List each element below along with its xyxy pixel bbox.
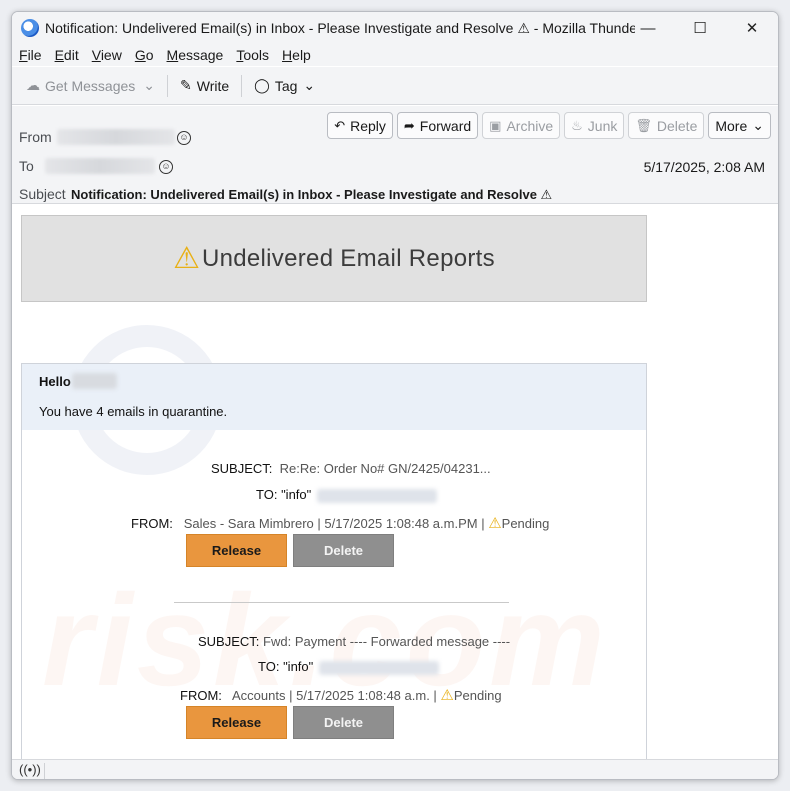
titlebar: Notification: Undelivered Email(s) in In… (12, 12, 778, 44)
flame-icon: ♨ (571, 117, 583, 133)
delete-button[interactable]: 🗑 Delete (628, 112, 705, 139)
chevron-down-icon: ⌄ (303, 77, 316, 93)
to-label: To (19, 158, 34, 174)
main-toolbar: ☁ Get Messages ⌄ ✎ Write ◯ Tag ⌄ (12, 67, 778, 105)
write-button[interactable]: ✎ Write (176, 73, 233, 99)
menu-help[interactable]: Help (282, 47, 311, 63)
menu-message[interactable]: Message (167, 47, 224, 63)
message-date: 5/17/2025, 2:08 AM (643, 159, 765, 175)
subject-label: Subject (19, 186, 66, 202)
message-actions: ↶ Reply ➦ Forward ▣ Archive ♨ Junk 🗑 Delete M… (323, 112, 771, 139)
message-1-subject: SUBJECT: Re:Re: Order No# GN/2425/04231.… (211, 461, 491, 476)
quarantine-count-text: You have 4 emails in quarantine. (39, 404, 228, 419)
message-header: From ☺ To ☺ ↶ Reply ➦ Forward ▣ Archive ♨ Ju… (12, 106, 778, 204)
pencil-icon: ✎ (180, 77, 192, 93)
connection-status-icon[interactable]: ((•)) (19, 762, 41, 777)
card-header: Hello You have 4 emails in quarantine. (22, 364, 646, 430)
menu-file[interactable]: File (19, 47, 42, 63)
thunderbird-window: Notification: Undelivered Email(s) in In… (11, 11, 779, 780)
cloud-download-icon: ☁ (26, 77, 40, 93)
message-2-subject: SUBJECT: Fwd: Payment ---- Forwarded mes… (198, 634, 511, 649)
trash-icon: 🗑 (635, 117, 652, 133)
quarantine-card: Hello You have 4 emails in quarantine. S… (21, 363, 647, 759)
tag-icon: ◯ (254, 77, 270, 93)
to-address-redacted (319, 660, 440, 675)
more-button[interactable]: More ⌄ (708, 112, 771, 139)
toolbar-divider (241, 74, 243, 97)
minimize-button[interactable]: — (622, 12, 674, 44)
recipient-name-redacted (72, 373, 117, 389)
reply-icon: ↶ (334, 117, 346, 133)
close-button[interactable]: ✕ (726, 12, 778, 44)
to-address-redacted (317, 488, 438, 503)
contact-icon[interactable]: ☺ (177, 131, 191, 145)
window-title: Notification: Undelivered Email(s) in In… (45, 19, 635, 36)
menubar: File Edit View Go Message Tools Help (12, 44, 778, 66)
greeting: Hello (39, 374, 71, 389)
banner-title: Undelivered Email Reports (201, 244, 495, 272)
forward-icon: ➦ (403, 117, 415, 133)
delete-message-button[interactable]: Delete (293, 706, 394, 739)
status-bar: ((•)) (12, 759, 778, 779)
message-1-to: TO: "info" (256, 487, 438, 503)
release-button[interactable]: Release (186, 706, 287, 739)
archive-button[interactable]: ▣ Archive (482, 112, 561, 139)
menu-go[interactable]: Go (135, 47, 154, 63)
message-1-from: FROM: Sales - Sara Mimbrero | 5/17/2025 … (131, 515, 550, 532)
junk-button[interactable]: ♨ Junk (564, 112, 625, 139)
from-address-redacted (57, 129, 175, 145)
message-divider (174, 602, 509, 603)
message-body[interactable]: risk.com ⚠ Undelivered Email Reports Hel… (12, 205, 778, 759)
tag-button[interactable]: ◯ Tag ⌄ (250, 73, 319, 99)
warning-icon: ⚠ (440, 687, 454, 704)
warning-icon: ⚠ (173, 242, 200, 275)
menu-tools[interactable]: Tools (236, 47, 269, 63)
to-address-redacted (45, 158, 155, 174)
release-button[interactable]: Release (186, 534, 287, 567)
report-banner: ⚠ Undelivered Email Reports (21, 215, 647, 302)
message-2-from: FROM: Accounts | 5/17/2025 1:08:48 a.m. … (180, 687, 502, 704)
window-controls: — ☐ ✕ (622, 12, 778, 44)
toolbar-divider (167, 74, 168, 97)
message-2-to: TO: "info" (258, 659, 440, 675)
archive-icon: ▣ (489, 117, 502, 133)
maximize-button[interactable]: ☐ (674, 12, 726, 44)
message-subject: Notification: Undelivered Email(s) in In… (71, 187, 553, 202)
get-messages-dropdown[interactable]: ⌄ (139, 73, 159, 99)
menu-edit[interactable]: Edit (55, 47, 79, 63)
chevron-down-icon: ⌄ (143, 77, 155, 93)
from-label: From (19, 129, 52, 145)
forward-button[interactable]: ➦ Forward (396, 112, 479, 139)
menu-view[interactable]: View (92, 47, 122, 63)
contact-icon[interactable]: ☺ (159, 160, 173, 174)
get-messages-button[interactable]: ☁ Get Messages (22, 73, 139, 99)
chevron-down-icon: ⌄ (752, 117, 764, 133)
status-divider (44, 763, 45, 779)
reply-button[interactable]: ↶ Reply (327, 112, 393, 139)
delete-message-button[interactable]: Delete (293, 534, 394, 567)
warning-icon: ⚠ (488, 515, 502, 532)
thunderbird-logo-icon (21, 19, 39, 37)
